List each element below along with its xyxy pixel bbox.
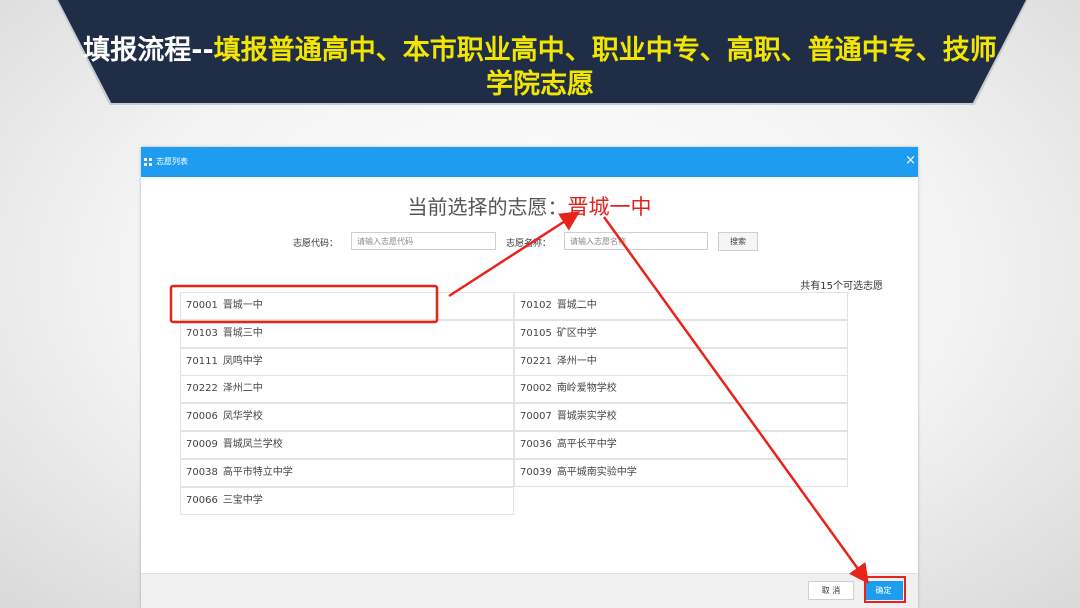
slide-title-lead: 填报流程-- [83, 35, 214, 66]
choice-option[interactable]: 70102 晋城二中 [514, 292, 848, 320]
choice-code: 70038 [186, 466, 218, 478]
choice-code: 70007 [520, 411, 552, 423]
choice-name: 泽州一中 [556, 355, 597, 367]
confirm-button[interactable]: 确定 [864, 581, 903, 600]
choice-option[interactable]: 70007 晋城崇实学校 [514, 403, 848, 432]
code-input[interactable]: 请输入志愿代码 [351, 232, 496, 250]
grid-icon [144, 158, 152, 166]
choice-count: 共有15个可选志愿 [800, 281, 883, 292]
choice-code: 70105 [520, 327, 552, 339]
dialog-footer: 取 消 确定 [141, 573, 918, 608]
dialog-header: 志愿列表 × [141, 147, 918, 177]
choice-name: 高平长平中学 [556, 439, 617, 450]
choice-name: 高平城南实验中学 [556, 466, 637, 478]
choice-name: 矿区中学 [556, 327, 597, 339]
choice-option[interactable]: 70009 晋城凤兰学校 [180, 431, 514, 459]
choice-name: 晋城崇实学校 [556, 411, 617, 423]
choice-option[interactable]: 70001 晋城一中 [180, 292, 514, 320]
choice-name: 晋城二中 [556, 300, 597, 311]
choice-name: 三宝中学 [222, 494, 263, 506]
choice-option[interactable]: 70038 高平市特立中学 [180, 458, 514, 487]
choice-name: 晋城一中 [222, 300, 263, 311]
choice-option[interactable]: 70222 泽州二中 [180, 375, 514, 404]
choice-code: 70103 [186, 327, 218, 339]
choice-code: 70222 [186, 383, 218, 395]
choice-option[interactable]: 70006 凤华学校 [180, 403, 514, 432]
slide-title-rest: 填报普通高中、本市职业高中、职业中专、高职、普通中专、技师学院志愿 [213, 35, 997, 100]
current-choice-label: 当前选择的志愿： [407, 195, 568, 219]
slide-title: 填报流程--填报普通高中、本市职业高中、职业中专、高职、普通中专、技师学院志愿 [80, 34, 1000, 102]
choice-name: 高平市特立中学 [222, 466, 293, 478]
choice-option[interactable]: 70105 矿区中学 [514, 319, 848, 348]
choice-code: 70036 [520, 439, 552, 450]
choice-option[interactable]: 70002 南岭爱物学校 [514, 375, 848, 404]
choice-name: 凤华学校 [222, 411, 263, 423]
choice-code: 70066 [186, 494, 218, 506]
choice-option[interactable]: 70221 泽州一中 [514, 347, 848, 376]
choice-option[interactable]: 70036 高平长平中学 [514, 431, 848, 459]
choice-option[interactable]: 70039 高平城南实验中学 [514, 458, 848, 487]
choice-name: 晋城三中 [222, 327, 263, 339]
name-label: 志愿名称： [506, 239, 552, 249]
close-icon[interactable]: × [905, 152, 916, 170]
dialog-title: 志愿列表 [156, 157, 188, 166]
cancel-button[interactable]: 取 消 [808, 581, 854, 600]
name-input[interactable]: 请输入志愿名称 [564, 232, 708, 250]
choice-code: 70001 [186, 300, 218, 311]
choice-code: 70006 [186, 411, 218, 423]
choice-code: 70039 [520, 466, 552, 478]
current-choice-heading: 当前选择的志愿：晋城一中 [141, 191, 918, 221]
choice-option[interactable]: 70066 三宝中学 [180, 486, 514, 515]
choice-code: 70221 [520, 355, 552, 367]
choice-list-dialog: 志愿列表 × 当前选择的志愿：晋城一中 志愿代码： 请输入志愿代码 志愿名称： … [141, 147, 918, 608]
search-row: 志愿代码： 请输入志愿代码 志愿名称： 请输入志愿名称 搜索 [141, 232, 918, 252]
choice-code: 70009 [186, 439, 218, 450]
choice-name: 凤鸣中学 [222, 355, 263, 367]
choice-option[interactable]: 70103 晋城三中 [180, 319, 514, 348]
current-choice-value: 晋城一中 [567, 195, 652, 219]
choice-code: 70002 [520, 383, 552, 395]
choice-name: 晋城凤兰学校 [222, 439, 283, 450]
choice-code: 70111 [186, 355, 218, 367]
choice-code: 70102 [520, 300, 552, 311]
code-label: 志愿代码： [293, 239, 339, 249]
choice-name: 泽州二中 [222, 383, 263, 395]
search-button[interactable]: 搜索 [718, 232, 758, 251]
choice-name: 南岭爱物学校 [556, 383, 617, 395]
choice-option[interactable]: 70111 凤鸣中学 [180, 347, 514, 376]
